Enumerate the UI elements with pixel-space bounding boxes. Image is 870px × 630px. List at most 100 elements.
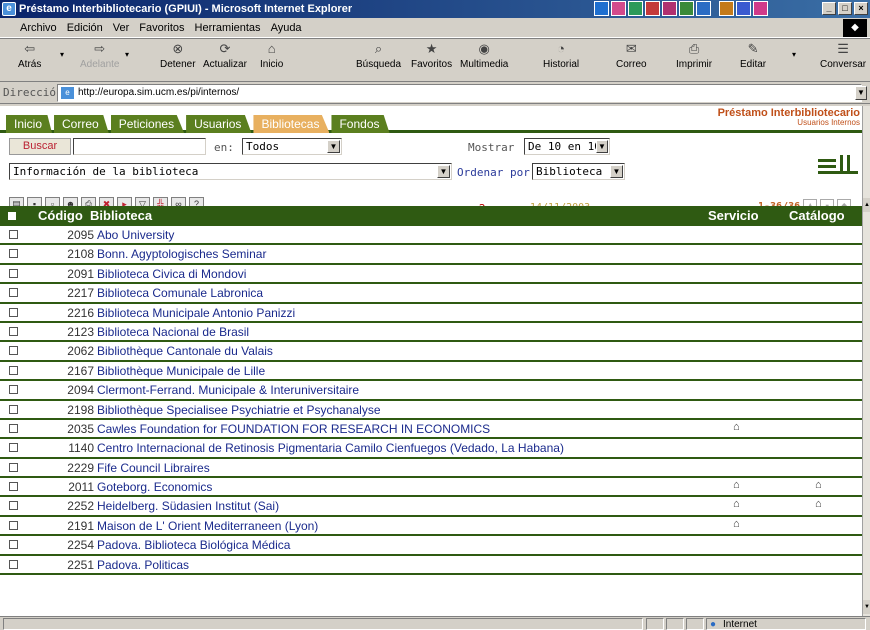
servicio-home-icon[interactable]: ⌂ xyxy=(733,518,740,530)
address-dropdown-icon[interactable]: ▼ xyxy=(855,86,867,100)
print-button[interactable]: ⎙ Imprimir xyxy=(676,42,712,71)
menu-edicion[interactable]: Edición xyxy=(67,22,103,34)
back-dropdown-icon[interactable]: ▾ xyxy=(60,49,64,61)
row-library-name[interactable]: Heidelberg. Südasien Institut (Sai) xyxy=(97,499,279,513)
row-library-name[interactable]: Bibliothèque Municipale de Lille xyxy=(97,364,265,378)
forward-dropdown-icon[interactable]: ▾ xyxy=(125,49,129,61)
search-button[interactable]: ⌕ Búsqueda xyxy=(356,42,401,71)
buscar-button[interactable]: Buscar xyxy=(9,138,71,155)
mostrar-dropdown-icon[interactable]: ▼ xyxy=(596,140,608,153)
row-checkbox[interactable] xyxy=(9,288,18,298)
forward-button[interactable]: ⇨ Adelante xyxy=(80,42,119,71)
table-row[interactable]: 2191 Maison de L' Orient Mediterraneen (L… xyxy=(0,516,862,537)
table-row[interactable]: 2254 Padova. Biblioteca Biológica Médica xyxy=(0,536,862,556)
tray-icon[interactable] xyxy=(645,1,660,16)
row-checkbox[interactable] xyxy=(9,462,18,472)
scroll-up-icon[interactable]: ▲ xyxy=(863,198,870,212)
close-button[interactable]: × xyxy=(854,2,868,15)
table-row[interactable]: 2108 Bonn. Agyptologisches Seminar xyxy=(0,245,862,265)
tab-fondos[interactable]: Fondos xyxy=(331,115,390,133)
header-biblioteca[interactable]: Biblioteca xyxy=(90,208,152,223)
tab-usuarios[interactable]: Usuarios xyxy=(186,115,252,133)
tab-bibliotecas[interactable]: Bibliotecas xyxy=(253,115,330,133)
edit-dropdown-icon[interactable]: ▾ xyxy=(792,49,796,61)
row-library-name[interactable]: Padova. Biblioteca Biológica Médica xyxy=(97,538,290,552)
info-dropdown-icon[interactable]: ▼ xyxy=(437,165,450,178)
table-row[interactable]: 2216 Biblioteca Municipale Antonio Panizz… xyxy=(0,303,862,323)
tab-peticiones[interactable]: Peticiones xyxy=(110,115,185,133)
tray-icon[interactable] xyxy=(679,1,694,16)
tray-icon[interactable] xyxy=(594,1,609,16)
header-codigo[interactable]: Código xyxy=(38,208,83,223)
row-library-name[interactable]: Bibliothèque Specialisee Psychiatrie et … xyxy=(97,403,381,417)
row-checkbox[interactable] xyxy=(9,482,18,492)
vertical-scrollbar[interactable]: ▲ ▼ xyxy=(862,106,870,616)
info-select[interactable]: Información de la biblioteca xyxy=(9,163,452,180)
maximize-button[interactable]: □ xyxy=(838,2,852,15)
stop-button[interactable]: ⊗ Detener xyxy=(160,42,196,71)
search-input[interactable] xyxy=(73,138,206,155)
edit-button[interactable]: ✎ Editar xyxy=(740,42,766,71)
table-row[interactable]: 2091 Biblioteca Civica di Mondovi xyxy=(0,264,862,285)
row-checkbox[interactable] xyxy=(9,307,18,317)
select-all-checkbox[interactable] xyxy=(8,212,16,220)
row-library-name[interactable]: Bibliothèque Cantonale du Valais xyxy=(97,344,273,358)
row-library-name[interactable]: Cawles Foundation for FOUNDATION FOR RES… xyxy=(97,422,490,436)
servicio-home-icon[interactable]: ⌂ xyxy=(733,421,740,433)
tray-icon[interactable] xyxy=(696,1,711,16)
table-row[interactable]: 2035 Cawles Foundation for FOUNDATION FOR… xyxy=(0,419,862,440)
table-row[interactable]: 2229 Fife Council Libraires xyxy=(0,458,862,479)
row-checkbox[interactable] xyxy=(9,230,18,239)
mail-button[interactable]: ✉ Correo xyxy=(616,42,647,71)
row-library-name[interactable]: Goteborg. Economics xyxy=(97,480,212,494)
ordenar-dropdown-icon[interactable]: ▼ xyxy=(610,165,623,178)
menu-herramientas[interactable]: Herramientas xyxy=(195,22,261,34)
row-library-name[interactable]: Bonn. Agyptologisches Seminar xyxy=(97,247,266,261)
row-library-name[interactable]: Abo University xyxy=(97,228,174,242)
row-library-name[interactable]: Biblioteca Comunale Labronica xyxy=(97,286,263,300)
row-library-name[interactable]: Biblioteca Nacional de Brasil xyxy=(97,325,249,339)
header-catalogo[interactable]: Catálogo xyxy=(789,208,845,223)
header-servicio[interactable]: Servicio xyxy=(708,208,759,223)
table-row[interactable]: 2011 Goteborg. Economics ⌂ ⌂ xyxy=(0,478,862,498)
row-checkbox[interactable] xyxy=(9,540,18,550)
table-row[interactable]: 2198 Bibliothèque Specialisee Psychiatrie… xyxy=(0,400,862,420)
table-row[interactable]: 2217 Biblioteca Comunale Labronica xyxy=(0,284,862,304)
catalogo-home-icon[interactable]: ⌂ xyxy=(815,498,822,510)
row-library-name[interactable]: Centro Internacional de Retinosis Pigmen… xyxy=(97,441,564,455)
back-button[interactable]: ⇦ Atrás xyxy=(18,42,41,71)
en-dropdown-icon[interactable]: ▼ xyxy=(327,140,340,153)
menu-favoritos[interactable]: Favoritos xyxy=(139,22,184,34)
tray-icon[interactable] xyxy=(662,1,677,16)
tray-icon[interactable] xyxy=(753,1,768,16)
row-library-name[interactable]: Maison de L' Orient Mediterraneen (Lyon) xyxy=(97,519,318,533)
tab-correo[interactable]: Correo xyxy=(54,115,109,133)
minimize-button[interactable]: _ xyxy=(822,2,836,15)
row-library-name[interactable]: Clermont-Ferrand. Municipale & Interuniv… xyxy=(97,383,359,397)
tray-icon[interactable] xyxy=(736,1,751,16)
row-library-name[interactable]: Fife Council Libraires xyxy=(97,461,210,475)
servicio-home-icon[interactable]: ⌂ xyxy=(733,479,740,491)
tray-icon[interactable] xyxy=(719,1,734,16)
row-library-name[interactable]: Biblioteca Municipale Antonio Panizzi xyxy=(97,306,295,320)
row-checkbox[interactable] xyxy=(9,404,18,414)
tray-icon[interactable] xyxy=(628,1,643,16)
media-button[interactable]: ◉ Multimedia xyxy=(460,42,508,71)
table-row[interactable]: 2167 Bibliothèque Municipale de Lille xyxy=(0,361,862,382)
table-row[interactable]: 2062 Bibliothèque Cantonale du Valais xyxy=(0,342,862,362)
table-row[interactable]: 2094 Clermont-Ferrand. Municipale & Inter… xyxy=(0,381,862,401)
scroll-down-icon[interactable]: ▼ xyxy=(863,600,870,614)
row-library-name[interactable]: Padova. Politicas xyxy=(97,558,189,572)
row-checkbox[interactable] xyxy=(9,346,18,356)
row-checkbox[interactable] xyxy=(9,249,18,259)
row-checkbox[interactable] xyxy=(9,559,18,569)
refresh-button[interactable]: ⟳ Actualizar xyxy=(203,42,247,71)
history-button[interactable]: ◔ Historial xyxy=(543,42,579,71)
row-checkbox[interactable] xyxy=(9,385,18,395)
row-checkbox[interactable] xyxy=(9,520,18,530)
table-row[interactable]: 2123 Biblioteca Nacional de Brasil xyxy=(0,322,862,343)
row-checkbox[interactable] xyxy=(9,423,18,433)
menu-ayuda[interactable]: Ayuda xyxy=(271,22,302,34)
table-row[interactable]: 2252 Heidelberg. Südasien Institut (Sai) ⌂… xyxy=(0,497,862,517)
servicio-home-icon[interactable]: ⌂ xyxy=(733,498,740,510)
